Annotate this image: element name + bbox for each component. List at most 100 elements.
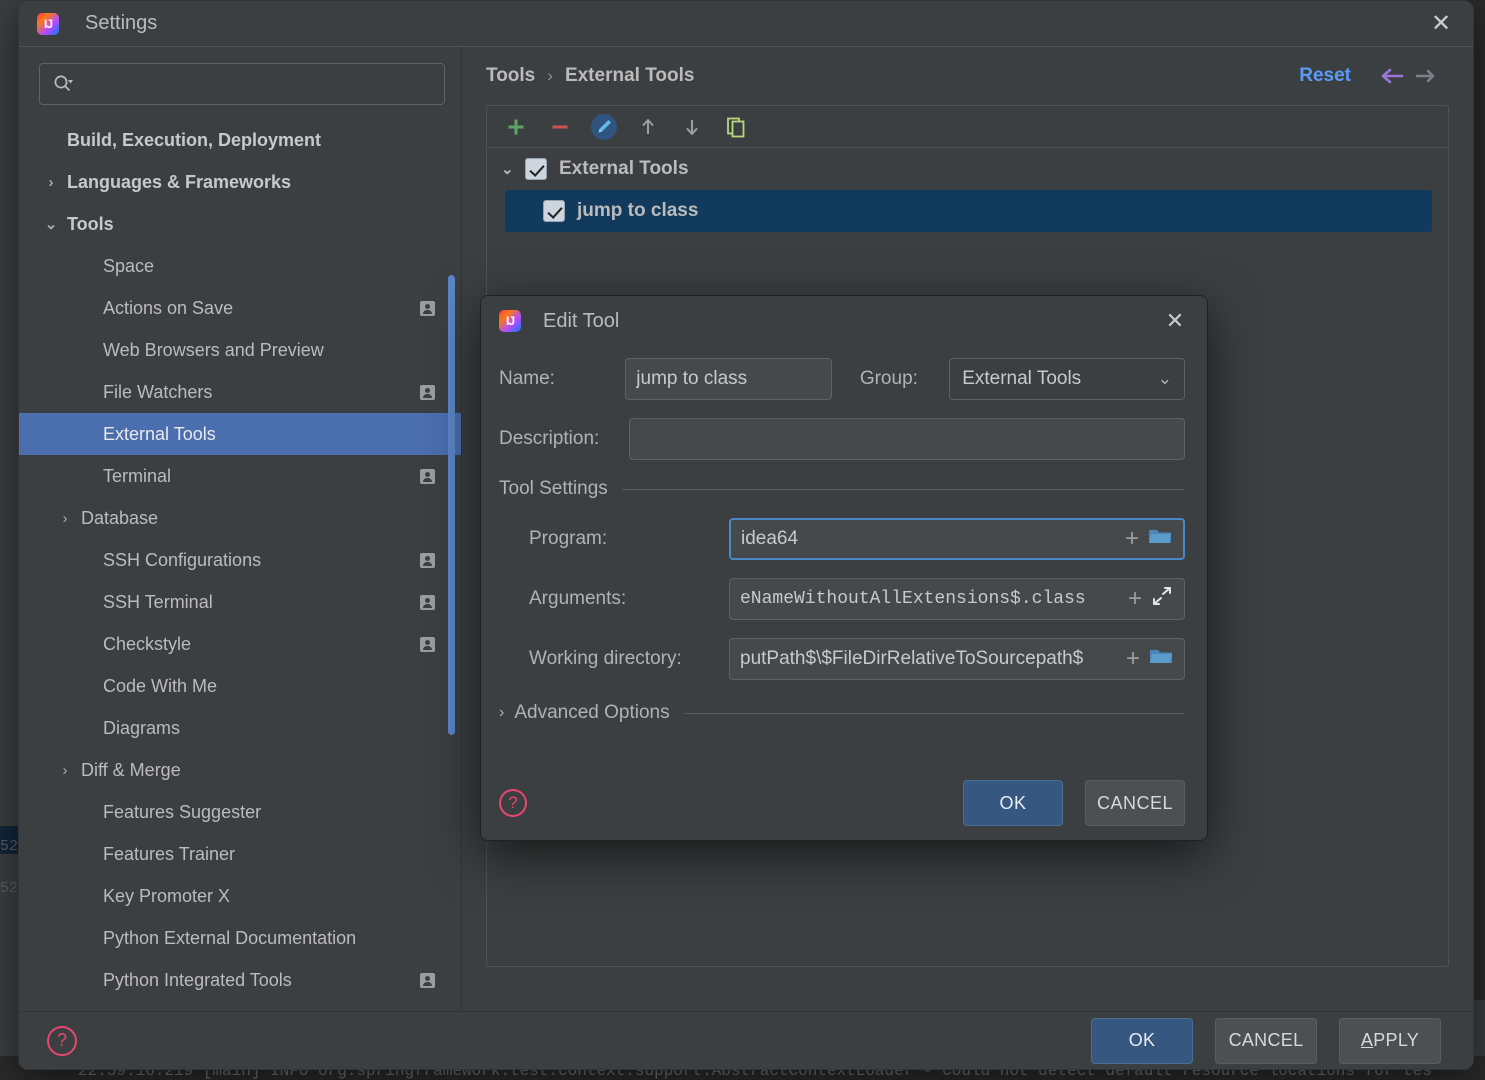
sidebar-item-file-watchers[interactable]: ›File Watchers	[19, 371, 461, 413]
ok-button[interactable]: OK	[1091, 1018, 1193, 1064]
sidebar-item-key-promoter-x[interactable]: ›Key Promoter X	[19, 875, 461, 917]
group-label: External Tools	[559, 158, 689, 180]
sidebar-item-features-suggester[interactable]: ›Features Suggester	[19, 791, 461, 833]
folder-icon[interactable]	[1148, 645, 1174, 673]
sidebar-item-tools[interactable]: ⌄ Tools	[19, 203, 461, 245]
sidebar-item-space[interactable]: ›Space	[19, 245, 461, 287]
sidebar-item-ssh-configurations[interactable]: ›SSH Configurations	[19, 539, 461, 581]
close-icon[interactable]: ✕	[1423, 6, 1459, 42]
chevron-right-icon[interactable]: ›	[55, 510, 75, 527]
dialog-help-icon[interactable]: ?	[499, 789, 527, 817]
advanced-options-label: Advanced Options	[514, 702, 669, 724]
expand-icon[interactable]	[1150, 585, 1174, 613]
sidebar-item-label: Space	[103, 256, 154, 277]
chevron-right-icon[interactable]: ›	[55, 762, 75, 779]
sidebar-item-label: Tools	[67, 214, 114, 235]
plus-icon[interactable]: +	[1125, 527, 1139, 551]
sidebar-item-database[interactable]: ›Database	[19, 497, 461, 539]
sidebar-item-ssh-terminal[interactable]: ›SSH Terminal	[19, 581, 461, 623]
name-field[interactable]: jump to class	[625, 358, 832, 400]
arrow-right-icon[interactable]	[1409, 60, 1441, 92]
window-title: Settings	[85, 12, 157, 35]
help-icon[interactable]: ?	[47, 1026, 77, 1056]
settings-footer: ? OK CANCEL APPLY	[19, 1011, 1473, 1069]
search-box[interactable]	[39, 63, 445, 105]
sidebar-scrollbar[interactable]	[448, 275, 455, 735]
settings-titlebar: IJ Settings ✕	[19, 1, 1473, 47]
sidebar-item-python-external-documentation[interactable]: ›Python External Documentation	[19, 917, 461, 959]
cancel-button[interactable]: CANCEL	[1215, 1018, 1317, 1064]
section-divider	[622, 489, 1185, 490]
breadcrumb-separator: ›	[547, 66, 553, 86]
remove-button[interactable]	[541, 110, 579, 144]
group-checkbox[interactable]	[525, 158, 547, 180]
description-field[interactable]	[629, 418, 1185, 460]
working-directory-label: Working directory:	[529, 648, 729, 670]
dialog-close-icon[interactable]: ✕	[1159, 305, 1191, 337]
sidebar-item-actions-on-save[interactable]: ›Actions on Save	[19, 287, 461, 329]
plus-icon[interactable]: +	[1128, 587, 1142, 611]
project-scope-icon	[420, 469, 435, 484]
sidebar-item-checkstyle[interactable]: ›Checkstyle	[19, 623, 461, 665]
dialog-title: Edit Tool	[543, 310, 619, 333]
sidebar-item-external-tools[interactable]: ›External Tools	[19, 413, 461, 455]
program-value: idea64	[741, 528, 1117, 550]
advanced-options-header[interactable]: › Advanced Options	[499, 702, 1185, 724]
reset-link[interactable]: Reset	[1299, 65, 1351, 87]
program-field[interactable]: idea64 +	[729, 518, 1185, 560]
sidebar-item-label: Checkstyle	[103, 634, 191, 655]
sidebar-item-diff-merge[interactable]: › Diff & Merge	[19, 749, 461, 791]
sidebar-item-build-execution-deployment[interactable]: ›Build, Execution, Deployment	[19, 119, 461, 161]
add-button[interactable]	[497, 110, 535, 144]
chevron-right-icon: ›	[499, 704, 504, 722]
copy-icon[interactable]	[717, 110, 755, 144]
arrow-left-icon[interactable]	[1377, 60, 1409, 92]
sidebar-item-web-browsers-and-preview[interactable]: ›Web Browsers and Preview	[19, 329, 461, 371]
group-dropdown[interactable]: External Tools ⌄	[949, 358, 1185, 400]
tool-label: jump to class	[577, 200, 698, 222]
working-directory-field[interactable]: putPath$\$FileDirRelativeToSourcepath$ +	[729, 638, 1185, 680]
search-input[interactable]	[82, 74, 432, 94]
folder-icon[interactable]	[1147, 525, 1173, 553]
move-up-button[interactable]	[629, 110, 667, 144]
sidebar-item-features-trainer[interactable]: ›Features Trainer	[19, 833, 461, 875]
move-down-button[interactable]	[673, 110, 711, 144]
edit-button[interactable]	[585, 110, 623, 144]
plus-icon[interactable]: +	[1126, 647, 1140, 671]
sidebar-item-label: Code With Me	[103, 676, 217, 697]
advanced-divider	[684, 713, 1185, 714]
sidebar-tree: ›Build, Execution, Deployment›Languages …	[19, 119, 461, 1001]
sidebar-item-label: File Watchers	[103, 382, 212, 403]
sidebar-item-code-with-me[interactable]: ›Code With Me	[19, 665, 461, 707]
sidebar-item-python-integrated-tools[interactable]: ›Python Integrated Tools	[19, 959, 461, 1001]
sidebar-item-languages-frameworks[interactable]: ›Languages & Frameworks	[19, 161, 461, 203]
settings-sidebar: ›Build, Execution, Deployment›Languages …	[19, 47, 462, 1011]
name-label: Name:	[499, 368, 625, 390]
sidebar-item-label: Diff & Merge	[81, 760, 181, 781]
arguments-value: eNameWithoutAllExtensions$.class	[740, 589, 1120, 609]
apply-mnemonic: A	[1361, 1030, 1373, 1051]
tool-settings-label: Tool Settings	[499, 478, 608, 500]
sidebar-item-label: Diagrams	[103, 718, 180, 739]
arguments-field[interactable]: eNameWithoutAllExtensions$.class +	[729, 578, 1185, 620]
chevron-down-icon[interactable]: ⌄	[501, 160, 525, 178]
chevron-right-icon[interactable]: ›	[41, 174, 61, 191]
sidebar-item-diagrams[interactable]: ›Diagrams	[19, 707, 461, 749]
project-scope-icon	[420, 385, 435, 400]
arguments-row: Arguments: eNameWithoutAllExtensions$.cl…	[499, 578, 1185, 620]
apply-button[interactable]: APPLY	[1339, 1018, 1441, 1064]
breadcrumb-parent[interactable]: Tools	[486, 65, 535, 87]
working-directory-value: putPath$\$FileDirRelativeToSourcepath$	[740, 648, 1118, 670]
dialog-cancel-button[interactable]: CANCEL	[1085, 780, 1185, 826]
edit-tool-dialog: IJ Edit Tool ✕ Name: jump to class Group…	[480, 295, 1208, 841]
project-scope-icon	[420, 595, 435, 610]
dialog-titlebar: IJ Edit Tool ✕	[481, 296, 1207, 346]
tools-group-row[interactable]: ⌄ External Tools	[487, 148, 1448, 190]
dialog-intellij-logo-icon: IJ	[499, 310, 521, 332]
chevron-down-icon[interactable]: ⌄	[41, 215, 61, 233]
dialog-ok-button[interactable]: OK	[963, 780, 1063, 826]
breadcrumb: Tools › External Tools Reset	[462, 47, 1473, 105]
tool-checkbox[interactable]	[543, 200, 565, 222]
tool-item-row[interactable]: jump to class	[505, 190, 1432, 232]
sidebar-item-terminal[interactable]: ›Terminal	[19, 455, 461, 497]
